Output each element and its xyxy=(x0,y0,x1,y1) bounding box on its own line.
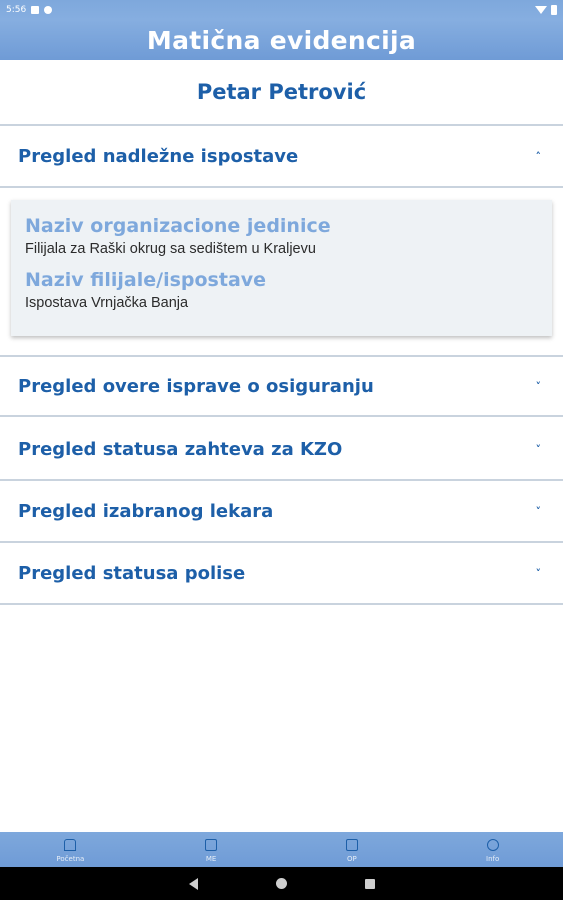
section-header-kzo[interactable]: Pregled statusa zahteva za KZO ˅ xyxy=(0,419,563,481)
status-left: 5:56 xyxy=(6,5,53,15)
status-right xyxy=(535,5,557,15)
section-header-overa[interactable]: Pregled overe isprave o osiguranju ˅ xyxy=(0,355,563,417)
nav-label: OP xyxy=(347,854,357,863)
id-card-icon xyxy=(205,838,218,851)
ispostava-details-card: Naziv organizacione jedinice Filijala za… xyxy=(11,200,552,336)
notification-icon xyxy=(44,6,53,14)
section-title: Pregled statusa polise xyxy=(18,562,246,584)
home-icon xyxy=(64,838,77,851)
chevron-down-icon: ˅ xyxy=(535,379,542,393)
nav-item-info[interactable]: Info xyxy=(422,832,563,867)
nav-item-me[interactable]: ME xyxy=(141,832,282,867)
section-header-lekar[interactable]: Pregled izabranog lekara ˅ xyxy=(0,481,563,543)
sim-icon xyxy=(31,6,40,14)
chevron-down-icon: ˅ xyxy=(535,566,542,580)
org-unit-value: Filijala za Raški okrug sa sedištem u Kr… xyxy=(25,241,316,257)
app-title: Matična evidencija xyxy=(146,25,417,55)
branch-label: Naziv filijale/ispostave xyxy=(25,269,267,291)
app-bar: Matična evidencija xyxy=(0,20,563,60)
info-icon xyxy=(486,838,499,851)
system-nav-bar xyxy=(0,867,563,900)
branch-value: Ispostava Vrnjačka Banja xyxy=(25,295,189,311)
battery-icon xyxy=(551,5,557,15)
section-title: Pregled overe isprave o osiguranju xyxy=(18,375,374,397)
status-bar: 5:56 xyxy=(0,0,563,20)
status-time: 5:56 xyxy=(6,5,27,15)
back-icon[interactable] xyxy=(188,877,198,890)
chevron-down-icon: ˅ xyxy=(535,504,542,518)
nav-item-pocetna[interactable]: Početna xyxy=(0,832,141,867)
bottom-nav: Početna ME OP Info xyxy=(0,832,563,867)
nav-label: Info xyxy=(486,854,500,863)
nav-item-op[interactable]: OP xyxy=(282,832,423,867)
nav-label: Početna xyxy=(56,854,85,863)
section-header-polisa[interactable]: Pregled statusa polise ˅ xyxy=(0,543,563,605)
org-unit-label: Naziv organizacione jedinice xyxy=(25,215,331,237)
nav-label: ME xyxy=(205,854,217,863)
recents-icon[interactable] xyxy=(364,878,375,889)
section-title: Pregled nadležne ispostave xyxy=(18,145,299,167)
document-icon xyxy=(345,838,358,851)
chevron-up-icon: ˄ xyxy=(535,149,542,163)
section-header-ispostava[interactable]: Pregled nadležne ispostave ˄ xyxy=(0,126,563,188)
user-name: Petar Petrović xyxy=(0,60,563,126)
home-button-icon[interactable] xyxy=(275,878,287,889)
section-title: Pregled statusa zahteva za KZO xyxy=(18,438,343,460)
wifi-icon xyxy=(535,6,547,14)
chevron-down-icon: ˅ xyxy=(535,442,542,456)
section-title: Pregled izabranog lekara xyxy=(18,500,274,522)
